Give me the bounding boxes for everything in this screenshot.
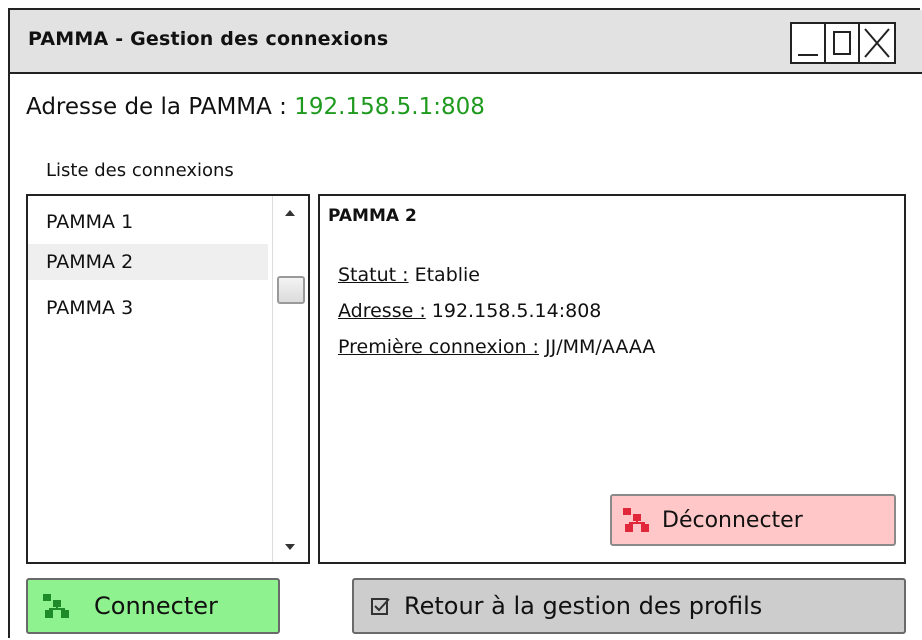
address-label: Adresse : bbox=[338, 300, 426, 322]
close-button[interactable] bbox=[860, 24, 894, 62]
scroll-up-arrow-icon[interactable] bbox=[285, 210, 295, 216]
back-to-profiles-button[interactable]: Retour à la gestion des profils bbox=[352, 578, 906, 634]
connections-list[interactable]: PAMMA 1 PAMMA 2 PAMMA 3 bbox=[26, 194, 310, 564]
status-value: Etablie bbox=[414, 264, 480, 286]
network-icon bbox=[42, 592, 72, 620]
scroll-down-arrow-icon[interactable] bbox=[285, 544, 295, 550]
address-row: Adresse : 192.158.5.14:808 bbox=[338, 300, 601, 322]
close-icon bbox=[864, 28, 890, 58]
list-item[interactable]: PAMMA 3 bbox=[28, 290, 268, 326]
connections-list-title: Liste des connexions bbox=[46, 160, 234, 181]
maximize-button[interactable] bbox=[826, 24, 860, 62]
status-row: Statut : Etablie bbox=[338, 264, 480, 286]
pamma-address-row: Adresse de la PAMMA : 192.158.5.1:808 bbox=[26, 94, 485, 120]
network-icon bbox=[622, 506, 652, 534]
details-title: PAMMA 2 bbox=[328, 206, 417, 226]
checkbox-icon bbox=[370, 595, 392, 617]
connect-label: Connecter bbox=[94, 592, 218, 620]
app-window: PAMMA - Gestion des connexions Adresse d… bbox=[8, 8, 922, 638]
list-item[interactable]: PAMMA 1 bbox=[28, 204, 268, 240]
pamma-address-label: Adresse de la PAMMA : bbox=[26, 94, 287, 120]
first-connection-label: Première connexion : bbox=[338, 336, 539, 358]
pamma-address-value: 192.158.5.1:808 bbox=[294, 94, 485, 120]
disconnect-label: Déconnecter bbox=[662, 507, 803, 533]
minimize-button[interactable] bbox=[792, 24, 826, 62]
first-connection-row: Première connexion : JJ/MM/AAAA bbox=[338, 336, 655, 358]
title-bar: PAMMA - Gestion des connexions bbox=[10, 10, 922, 74]
window-controls bbox=[790, 22, 896, 64]
list-scrollbar[interactable] bbox=[272, 196, 308, 562]
first-connection-value: JJ/MM/AAAA bbox=[545, 336, 656, 358]
back-to-profiles-label: Retour à la gestion des profils bbox=[404, 592, 763, 620]
status-label: Statut : bbox=[338, 264, 409, 286]
scroll-thumb[interactable] bbox=[277, 276, 305, 304]
disconnect-button[interactable]: Déconnecter bbox=[610, 494, 896, 546]
connect-button[interactable]: Connecter bbox=[26, 578, 280, 634]
address-value: 192.158.5.14:808 bbox=[431, 300, 602, 322]
list-item-selected[interactable]: PAMMA 2 bbox=[28, 244, 268, 280]
window-title: PAMMA - Gestion des connexions bbox=[28, 28, 389, 50]
connection-details-panel: PAMMA 2 Statut : Etablie Adresse : 192.1… bbox=[318, 194, 906, 564]
